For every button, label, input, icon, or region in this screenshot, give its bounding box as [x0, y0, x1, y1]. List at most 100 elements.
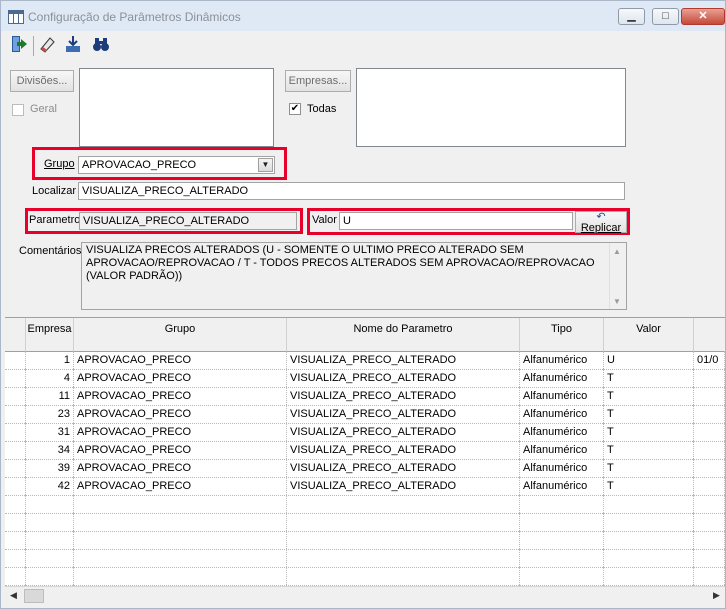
cell-tipo[interactable]: [520, 513, 604, 531]
divisoes-button[interactable]: Divisões...: [10, 70, 74, 92]
cell-extra[interactable]: [694, 513, 725, 531]
binoculars-icon[interactable]: [89, 34, 113, 58]
cell-grupo[interactable]: [74, 549, 287, 567]
cell-grupo[interactable]: APROVACAO_PRECO: [74, 423, 287, 441]
cell-tipo[interactable]: [520, 531, 604, 549]
cell-empresa[interactable]: [26, 531, 74, 549]
cell-valor[interactable]: T: [604, 369, 694, 387]
cell-empresa[interactable]: 23: [26, 405, 74, 423]
table-row[interactable]: [5, 567, 725, 586]
table-row[interactable]: 31 APROVACAO_PRECO VISUALIZA_PRECO_ALTERAD…: [5, 423, 725, 442]
cell-valor[interactable]: T: [604, 441, 694, 459]
cell-grupo[interactable]: APROVACAO_PRECO: [74, 477, 287, 495]
column-header-tipo[interactable]: Tipo: [520, 318, 604, 351]
cell-nome-parametro[interactable]: VISUALIZA_PRECO_ALTERADO: [287, 441, 520, 459]
scroll-up-icon[interactable]: ▲: [613, 245, 621, 258]
cell-extra[interactable]: [694, 477, 725, 495]
cell-grupo[interactable]: APROVACAO_PRECO: [74, 369, 287, 387]
table-row[interactable]: [5, 513, 725, 532]
cell-tipo[interactable]: [520, 549, 604, 567]
cell-nome-parametro[interactable]: VISUALIZA_PRECO_ALTERADO: [287, 387, 520, 405]
cell-nome-parametro[interactable]: VISUALIZA_PRECO_ALTERADO: [287, 405, 520, 423]
cell-extra[interactable]: [694, 459, 725, 477]
cell-empresa[interactable]: 1: [26, 351, 74, 369]
table-row[interactable]: 42 APROVACAO_PRECO VISUALIZA_PRECO_ALTERAD…: [5, 477, 725, 496]
cell-grupo[interactable]: [74, 567, 287, 585]
cell-grupo[interactable]: APROVACAO_PRECO: [74, 441, 287, 459]
valor-input[interactable]: U: [339, 212, 573, 230]
cell-valor[interactable]: T: [604, 477, 694, 495]
cell-empresa[interactable]: 39: [26, 459, 74, 477]
cell-valor[interactable]: [604, 567, 694, 585]
cell-empresa[interactable]: 31: [26, 423, 74, 441]
cell-nome-parametro[interactable]: [287, 531, 520, 549]
cell-tipo[interactable]: Alfanumérico: [520, 477, 604, 495]
cell-grupo[interactable]: APROVACAO_PRECO: [74, 351, 287, 369]
replicar-button[interactable]: ↶ Replicar: [575, 211, 627, 234]
chevron-down-icon[interactable]: ▼: [258, 158, 273, 172]
table-row[interactable]: 4 APROVACAO_PRECO VISUALIZA_PRECO_ALTERADO…: [5, 369, 725, 388]
column-header-extra[interactable]: [694, 318, 725, 351]
cell-valor[interactable]: U: [604, 351, 694, 369]
cell-grupo[interactable]: [74, 495, 287, 513]
table-row[interactable]: 11 APROVACAO_PRECO VISUALIZA_PRECO_ALTERAD…: [5, 387, 725, 406]
table-row[interactable]: [5, 549, 725, 568]
cell-tipo[interactable]: Alfanumérico: [520, 351, 604, 369]
cell-extra[interactable]: [694, 531, 725, 549]
cell-extra[interactable]: [694, 387, 725, 405]
cell-empresa[interactable]: 4: [26, 369, 74, 387]
cell-valor[interactable]: T: [604, 387, 694, 405]
exit-icon[interactable]: [7, 34, 31, 58]
cell-extra[interactable]: [694, 495, 725, 513]
maximize-button[interactable]: □: [652, 8, 679, 25]
save-icon[interactable]: [61, 34, 85, 58]
empresas-list[interactable]: [356, 68, 626, 147]
cell-grupo[interactable]: APROVACAO_PRECO: [74, 459, 287, 477]
cell-nome-parametro[interactable]: VISUALIZA_PRECO_ALTERADO: [287, 477, 520, 495]
cell-tipo[interactable]: Alfanumérico: [520, 387, 604, 405]
cell-nome-parametro[interactable]: [287, 567, 520, 585]
cell-empresa[interactable]: 11: [26, 387, 74, 405]
cell-nome-parametro[interactable]: [287, 549, 520, 567]
cell-valor[interactable]: [604, 495, 694, 513]
cell-valor[interactable]: T: [604, 459, 694, 477]
scroll-left-icon[interactable]: ◀: [5, 587, 22, 604]
cell-tipo[interactable]: [520, 567, 604, 585]
cell-empresa[interactable]: 34: [26, 441, 74, 459]
cell-grupo[interactable]: [74, 531, 287, 549]
column-header-nome-parametro[interactable]: Nome do Parametro: [287, 318, 520, 351]
horizontal-scrollbar[interactable]: ◀ ▶: [5, 586, 725, 604]
table-row[interactable]: 34 APROVACAO_PRECO VISUALIZA_PRECO_ALTERAD…: [5, 441, 725, 460]
cell-grupo[interactable]: [74, 513, 287, 531]
cell-empresa[interactable]: [26, 549, 74, 567]
cell-tipo[interactable]: Alfanumérico: [520, 405, 604, 423]
localizar-input[interactable]: VISUALIZA_PRECO_ALTERADO: [78, 182, 625, 200]
cell-valor[interactable]: [604, 513, 694, 531]
cell-extra[interactable]: [694, 549, 725, 567]
cell-nome-parametro[interactable]: [287, 495, 520, 513]
cell-tipo[interactable]: Alfanumérico: [520, 441, 604, 459]
cell-empresa[interactable]: [26, 567, 74, 585]
scroll-down-icon[interactable]: ▼: [613, 295, 621, 308]
cell-grupo[interactable]: APROVACAO_PRECO: [74, 387, 287, 405]
cell-valor[interactable]: [604, 531, 694, 549]
table-row[interactable]: 1 APROVACAO_PRECO VISUALIZA_PRECO_ALTERADO…: [5, 351, 725, 370]
cell-extra[interactable]: [694, 423, 725, 441]
cell-extra[interactable]: [694, 441, 725, 459]
cell-empresa[interactable]: [26, 513, 74, 531]
cell-nome-parametro[interactable]: VISUALIZA_PRECO_ALTERADO: [287, 351, 520, 369]
empresas-button[interactable]: Empresas...: [285, 70, 351, 92]
cell-empresa[interactable]: 42: [26, 477, 74, 495]
cell-tipo[interactable]: Alfanumérico: [520, 369, 604, 387]
cell-tipo[interactable]: Alfanumérico: [520, 423, 604, 441]
table-row[interactable]: 23 APROVACAO_PRECO VISUALIZA_PRECO_ALTERAD…: [5, 405, 725, 424]
cell-extra[interactable]: [694, 405, 725, 423]
scroll-thumb[interactable]: [24, 589, 44, 603]
cell-nome-parametro[interactable]: [287, 513, 520, 531]
cell-extra[interactable]: 01/0: [694, 351, 725, 369]
grupo-select[interactable]: APROVACAO_PRECO ▼: [78, 156, 275, 174]
cell-tipo[interactable]: Alfanumérico: [520, 459, 604, 477]
scroll-right-icon[interactable]: ▶: [708, 587, 725, 604]
table-row[interactable]: 39 APROVACAO_PRECO VISUALIZA_PRECO_ALTERAD…: [5, 459, 725, 478]
cell-valor[interactable]: T: [604, 405, 694, 423]
